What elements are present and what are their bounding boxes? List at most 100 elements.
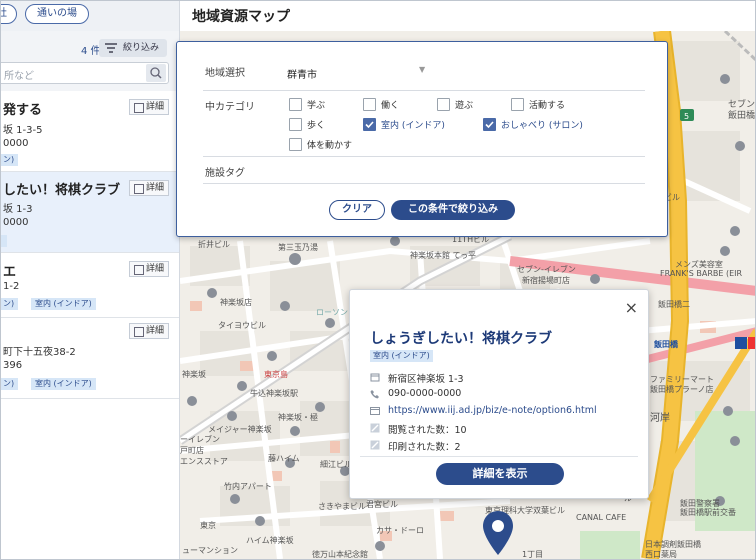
list-item-title: エ: [3, 265, 17, 280]
list-item-tag: ン): [1, 378, 19, 390]
list-empty-area: [1, 399, 179, 559]
check-icon: [365, 121, 374, 129]
filter-icon: [105, 43, 117, 53]
map-label: 新宿揚場町店: [522, 276, 570, 285]
list-item-title: したい！将棋クラブ: [3, 183, 121, 198]
web-icon: [370, 407, 380, 415]
tab-kayoi[interactable]: 通いの場: [25, 4, 89, 24]
map-marker-icon[interactable]: [481, 509, 515, 557]
map-label: 君宮ビル: [366, 500, 398, 509]
search-icon: [150, 67, 162, 79]
filter-button[interactable]: 絞り込み: [99, 39, 167, 57]
detail-button[interactable]: 詳細: [129, 180, 169, 196]
search-input[interactable]: 所など: [1, 62, 169, 84]
detail-icon: [134, 184, 144, 194]
filter-dialog: 地域選択 群青市 ▼ 中カテゴリ 学ぶ 働く 遊ぶ 活動する 歩く 室内 (イン…: [176, 41, 668, 237]
divider: [203, 156, 645, 157]
list-item-tag: ン): [1, 154, 19, 166]
list-item-tag: 室内 (インドア): [31, 298, 96, 310]
detail-button[interactable]: 詳細: [129, 323, 169, 339]
checkbox-hataraku[interactable]: [363, 98, 376, 111]
map-label: 徳万山本紀念館: [312, 550, 368, 559]
map-label: 飯田橋二: [658, 300, 690, 309]
map-label: 1丁目: [522, 550, 544, 559]
map-label: ハイム神楽坂: [246, 536, 294, 545]
checkbox-asobu[interactable]: [437, 98, 450, 111]
map-label: 折井ビル: [198, 240, 230, 249]
checkbox-label: 学ぶ: [307, 101, 326, 111]
detail-label: 詳細: [146, 183, 165, 193]
detail-button[interactable]: 詳細: [129, 99, 169, 115]
checkbox-katsudou[interactable]: [511, 98, 524, 111]
list-item-tag: [1, 235, 7, 247]
map-label: ーイレブン: [180, 435, 220, 444]
divider: [360, 456, 638, 457]
chevron-down-icon: ▼: [419, 65, 426, 74]
map-label: 西口薬局: [645, 550, 677, 559]
map-label: タイヨウビル: [218, 321, 266, 330]
popup-title: しょうぎしたい！将棋クラブ: [370, 331, 552, 347]
popup-views: 閲覧された数：10: [388, 425, 467, 436]
popup-address: 新宿区神楽坂 1-3: [388, 374, 464, 385]
sidebar: 社 通いの場 4 件 絞り込み 所など 発する 詳細 坂 1-3-5 0000 …: [1, 1, 180, 559]
region-select[interactable]: 群青市 ▼: [287, 65, 427, 82]
print-icon: [370, 440, 380, 450]
search-placeholder: 所など: [4, 71, 34, 82]
checkbox-label: 体を動かす: [307, 141, 353, 151]
apply-filter-button[interactable]: この条件で絞り込み: [391, 200, 515, 220]
tab-prev[interactable]: 社: [1, 4, 17, 24]
clear-button[interactable]: クリア: [329, 200, 385, 220]
category-label: 中カテゴリ: [205, 102, 255, 113]
detail-label: 詳細: [146, 102, 165, 112]
facility-popup: × しょうぎしたい！将棋クラブ 室内 (インドア) 新宿区神楽坂 1-3 090…: [349, 289, 649, 499]
map-label: 藤ハイム: [268, 454, 300, 463]
map-label: 東京島: [264, 370, 288, 379]
map-label: 第三玉乃湯: [278, 243, 318, 252]
eye-icon: [370, 423, 380, 433]
checkbox-aruku[interactable]: [289, 118, 302, 131]
detail-button[interactable]: 詳細: [129, 261, 169, 277]
sidebar-tabs: 社 通いの場: [1, 1, 179, 31]
map-label: 神楽坂: [182, 370, 206, 379]
tag-label: 施設タグ: [205, 168, 245, 179]
list-item-phone: 396: [3, 360, 23, 371]
checkbox-indoor[interactable]: [363, 118, 376, 131]
map-label: 東京: [200, 521, 216, 530]
detail-icon: [134, 327, 144, 337]
divider: [203, 90, 645, 91]
search-button[interactable]: [146, 64, 166, 82]
checkbox-manabu[interactable]: [289, 98, 302, 111]
checkbox-karada[interactable]: [289, 138, 302, 151]
divider: [203, 183, 645, 184]
map-label: 飯田橋: [654, 340, 678, 349]
list-item-title: 発する: [3, 103, 43, 118]
building-icon: [370, 373, 380, 382]
map-label: FRANK'S BARBE (EIR: [660, 269, 743, 278]
list-item[interactable]: エ 詳細 1-2 ン) 室内 (インドア): [1, 253, 179, 318]
close-icon[interactable]: ×: [625, 298, 638, 317]
list-item[interactable]: 発する 詳細 坂 1-3-5 0000 ン): [1, 91, 179, 172]
map-label: 牛込神楽坂駅: [250, 389, 298, 398]
list-item-selected[interactable]: したい！将棋クラブ 詳細 坂 1-3 0000: [1, 172, 179, 253]
list-item-tag: ン): [1, 298, 19, 310]
map-label: さきやまビル: [318, 502, 366, 511]
popup-tag: 室内 (インドア): [370, 350, 433, 362]
map-label: ローソン: [316, 308, 348, 317]
popup-prints: 印刷された数：2: [388, 442, 461, 453]
detail-label: 詳細: [146, 264, 165, 274]
popup-url-link[interactable]: https://www.iij.ad.jp/biz/e-note/option6…: [388, 405, 597, 416]
detail-icon: [134, 265, 144, 275]
show-detail-button[interactable]: 詳細を表示: [436, 463, 564, 485]
map-label: 竹内アパート: [224, 482, 272, 491]
checkbox-label: 歩く: [307, 121, 326, 131]
list-item[interactable]: 詳細 町下十五夜38-2 396 ン) 室内 (インドア): [1, 318, 179, 399]
popup-phone: 090-0000-0000: [388, 388, 462, 399]
checkbox-label: 室内 (インドア): [381, 121, 445, 131]
detail-icon: [134, 103, 144, 113]
checkbox-label: 遊ぶ: [455, 101, 474, 111]
checkbox-salon[interactable]: [483, 118, 496, 131]
page-header: 地域資源マップ: [180, 1, 755, 32]
map-label: エンスストア: [180, 457, 228, 466]
list-item-address: 坂 1-3: [3, 204, 33, 215]
map-label: 細江ビル: [320, 460, 352, 469]
